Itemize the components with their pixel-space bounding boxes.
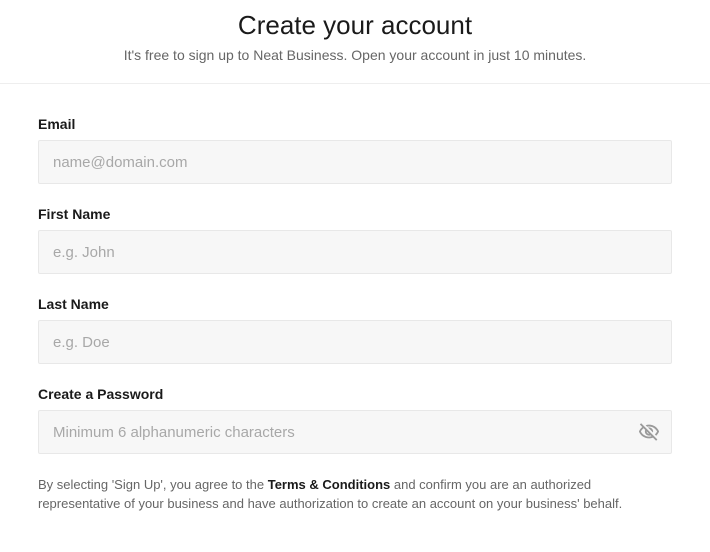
email-field-group: Email: [38, 116, 672, 184]
last-name-input[interactable]: [38, 320, 672, 364]
last-name-field-group: Last Name: [38, 296, 672, 364]
terms-and-conditions-link[interactable]: Terms & Conditions: [268, 477, 391, 492]
email-input-wrap: [38, 140, 672, 184]
email-input[interactable]: [38, 140, 672, 184]
first-name-input-wrap: [38, 230, 672, 274]
disclaimer-prefix: By selecting 'Sign Up', you agree to the: [38, 477, 268, 492]
password-label: Create a Password: [38, 386, 672, 402]
eye-off-icon: [638, 421, 660, 443]
password-input[interactable]: [38, 410, 672, 454]
password-field-group: Create a Password: [38, 386, 672, 454]
page-subtitle: It's free to sign up to Neat Business. O…: [30, 47, 680, 63]
last-name-label: Last Name: [38, 296, 672, 312]
page-title: Create your account: [30, 10, 680, 41]
signup-form: Email First Name Last Name Create a Pass…: [0, 84, 710, 514]
email-label: Email: [38, 116, 672, 132]
last-name-input-wrap: [38, 320, 672, 364]
toggle-password-visibility-icon[interactable]: [638, 421, 660, 443]
header: Create your account It's free to sign up…: [0, 0, 710, 84]
disclaimer-text: By selecting 'Sign Up', you agree to the…: [38, 476, 672, 514]
first-name-label: First Name: [38, 206, 672, 222]
first-name-field-group: First Name: [38, 206, 672, 274]
password-input-wrap: [38, 410, 672, 454]
first-name-input[interactable]: [38, 230, 672, 274]
